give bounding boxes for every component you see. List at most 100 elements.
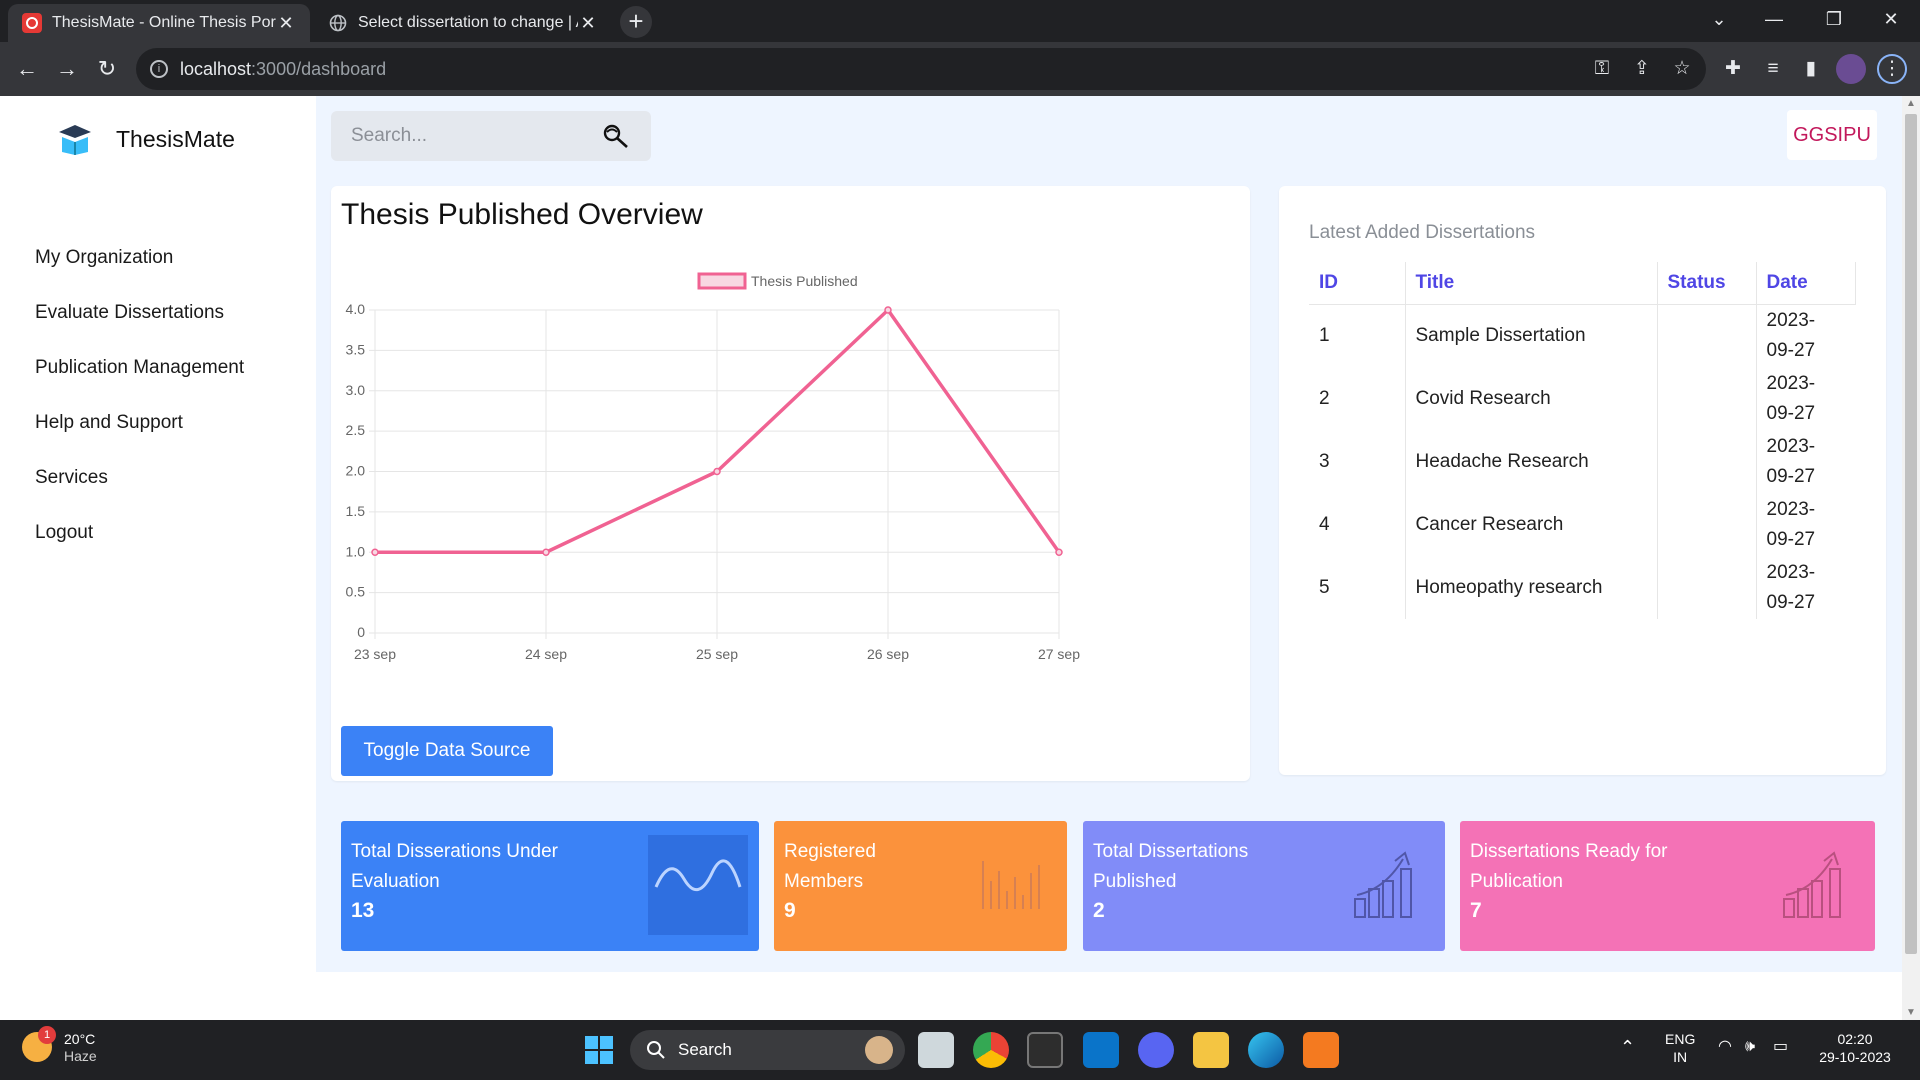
book-logo-icon bbox=[59, 125, 91, 155]
stat-label: Registered Members bbox=[784, 841, 876, 892]
cell-title: Cancer Research bbox=[1404, 493, 1657, 556]
new-tab-button[interactable]: + bbox=[620, 6, 652, 38]
chrome-taskbar-icon[interactable] bbox=[973, 1032, 1009, 1068]
minimize-button[interactable]: — bbox=[1745, 0, 1803, 38]
y-tick-label: 0.5 bbox=[346, 584, 366, 600]
file-explorer-icon[interactable] bbox=[1193, 1032, 1229, 1068]
cell-status bbox=[1656, 556, 1756, 619]
side-panel-icon[interactable]: ▮ bbox=[1796, 54, 1826, 84]
overview-title: Thesis Published Overview bbox=[341, 198, 703, 231]
sidebar-item-my-organization[interactable]: My Organization bbox=[35, 246, 244, 301]
media-queue-icon[interactable]: ≡ bbox=[1758, 54, 1788, 84]
stat-card-registered-members[interactable]: Registered Members 9 bbox=[774, 821, 1067, 951]
bar-chart-icon bbox=[982, 861, 1040, 909]
share-icon[interactable]: ⇪ bbox=[1627, 54, 1657, 84]
tab-thesismate[interactable]: ThesisMate - Online Thesis Portal ✕ bbox=[8, 4, 310, 42]
data-point bbox=[713, 467, 721, 476]
wave-chart-icon bbox=[648, 835, 748, 935]
x-tick-label: 26 sep bbox=[867, 646, 909, 662]
stat-card-published[interactable]: Total Dissertations Published 2 bbox=[1083, 821, 1445, 951]
battery-icon[interactable]: ▭ bbox=[1773, 1038, 1788, 1056]
scroll-up-icon[interactable]: ▲ bbox=[1902, 98, 1920, 109]
restore-button[interactable]: ❐ bbox=[1805, 0, 1863, 38]
taskbar-search-box[interactable]: Search bbox=[630, 1030, 905, 1070]
windows-start-icon[interactable] bbox=[584, 1035, 614, 1065]
clock[interactable]: 02:20 29-10-2023 bbox=[1815, 1030, 1895, 1066]
thesis-overview-card: Thesis Published Overview 0 0.5 1.0 1.5 2.0 2… bbox=[331, 186, 1250, 781]
close-tab-icon[interactable]: ✕ bbox=[276, 13, 296, 34]
brand-name: ThesisMate bbox=[116, 125, 235, 152]
vscode-icon[interactable] bbox=[1083, 1032, 1119, 1068]
forward-icon[interactable]: → bbox=[50, 52, 84, 86]
taskbar-search-label: Search bbox=[678, 1040, 732, 1059]
stat-card-under-evaluation[interactable]: Total Disserations Under Evaluation 13 bbox=[341, 821, 759, 951]
xampp-icon[interactable] bbox=[1303, 1032, 1339, 1068]
tray-overflow-icon[interactable]: ⌃ bbox=[1620, 1038, 1635, 1056]
brand[interactable]: ThesisMate bbox=[58, 122, 235, 156]
terminal-icon[interactable] bbox=[1027, 1032, 1063, 1068]
cell-title: Covid Research bbox=[1404, 367, 1657, 430]
data-point bbox=[371, 548, 379, 556]
volume-icon[interactable]: 🕪 bbox=[1745, 1038, 1755, 1056]
edge-icon[interactable] bbox=[1248, 1032, 1284, 1068]
column-header-date: Date bbox=[1755, 262, 1856, 305]
y-tick-label: 4.0 bbox=[346, 301, 366, 317]
sidebar-item-help-and-support[interactable]: Help and Support bbox=[35, 411, 244, 466]
toggle-data-source-button[interactable]: Toggle Data Source bbox=[341, 726, 553, 776]
table-row[interactable]: 1 Sample Dissertation 2023- 09-27 bbox=[1309, 304, 1855, 367]
scrollbar-thumb[interactable] bbox=[1905, 114, 1917, 954]
discord-icon[interactable] bbox=[1138, 1032, 1174, 1068]
tab-admin[interactable]: Select dissertation to change | Admin ✕ bbox=[314, 4, 612, 42]
search-highlight-icon bbox=[865, 1036, 893, 1064]
organization-badge[interactable]: GGSIPU bbox=[1787, 110, 1877, 160]
thesis-published-line-chart: 0 0.5 1.0 1.5 2.0 2.5 3.0 3.5 4.0 23 sep 24 sep 25 … bbox=[346, 272, 1080, 662]
weather-widget[interactable]: 1 20°C Haze bbox=[22, 1026, 97, 1064]
cell-title: Headache Research bbox=[1404, 430, 1657, 493]
search-icon[interactable] bbox=[601, 123, 631, 149]
bookmark-star-icon[interactable]: ☆ bbox=[1667, 54, 1697, 84]
column-header-title: Title bbox=[1404, 262, 1657, 305]
table-row[interactable]: 4 Cancer Research 2023- 09-27 bbox=[1309, 493, 1855, 556]
cell-status bbox=[1656, 493, 1756, 556]
back-icon[interactable]: ← bbox=[10, 52, 44, 86]
language-indicator[interactable]: ENG IN bbox=[1665, 1030, 1695, 1066]
sidebar-item-services[interactable]: Services bbox=[35, 466, 244, 521]
dissertations-caption: Latest Added Dissertations bbox=[1309, 222, 1536, 243]
windows-taskbar: 1 20°C Haze Search ⌃ ENG IN ◠ 🕪 ▭ 02:20 29… bbox=[0, 1020, 1920, 1080]
cell-id: 1 bbox=[1319, 324, 1330, 346]
sidebar-item-evaluate-dissertations[interactable]: Evaluate Dissertations bbox=[35, 301, 244, 356]
dissertations-table: ID Title Status Date 1 Sample Dissertati… bbox=[1309, 262, 1856, 619]
stat-card-ready-for-publication[interactable]: Dissertations Ready for Publication 7 bbox=[1460, 821, 1875, 951]
site-info-icon[interactable]: i bbox=[150, 60, 168, 78]
table-row[interactable]: 2 Covid Research 2023- 09-27 bbox=[1309, 367, 1855, 430]
cell-status bbox=[1656, 304, 1756, 367]
search-input[interactable]: Search... bbox=[331, 111, 651, 161]
column-header-id: ID bbox=[1309, 262, 1405, 305]
page-scrollbar[interactable]: ▲ ▼ bbox=[1902, 96, 1920, 1020]
wifi-icon[interactable]: ◠ bbox=[1718, 1038, 1732, 1056]
close-tab-icon[interactable]: ✕ bbox=[578, 13, 598, 34]
cell-status bbox=[1656, 430, 1756, 493]
task-view-icon[interactable] bbox=[918, 1032, 954, 1068]
scroll-down-icon[interactable]: ▼ bbox=[1902, 1007, 1920, 1018]
table-row[interactable]: 5 Homeopathy research 2023- 09-27 bbox=[1309, 556, 1855, 619]
address-bar[interactable]: i localhost:3000/dashboard bbox=[136, 48, 1706, 90]
y-tick-label: 2.5 bbox=[346, 422, 366, 438]
sidebar-item-logout[interactable]: Logout bbox=[35, 521, 244, 576]
globe-icon bbox=[328, 13, 348, 33]
weather-sun-icon: 1 bbox=[22, 1026, 56, 1062]
profile-avatar-icon[interactable] bbox=[1836, 54, 1866, 84]
close-window-button[interactable]: ✕ bbox=[1862, 0, 1920, 38]
tab-search-icon[interactable]: ⌄ bbox=[1690, 0, 1748, 38]
sidebar-item-publication-management[interactable]: Publication Management bbox=[35, 356, 244, 411]
extensions-icon[interactable]: ✚ bbox=[1718, 54, 1748, 84]
y-tick-label: 3.0 bbox=[346, 382, 366, 398]
chrome-menu-icon[interactable]: ⋮ bbox=[1877, 54, 1907, 84]
search-placeholder: Search... bbox=[351, 125, 428, 146]
cell-date: 2023- 09-27 bbox=[1755, 304, 1855, 367]
password-key-icon[interactable]: ⚿ bbox=[1587, 54, 1617, 84]
reload-icon[interactable]: ↻ bbox=[90, 52, 124, 86]
stat-value: 9 bbox=[784, 899, 796, 922]
table-row[interactable]: 3 Headache Research 2023- 09-27 bbox=[1309, 430, 1855, 493]
stat-value: 7 bbox=[1470, 899, 1482, 922]
